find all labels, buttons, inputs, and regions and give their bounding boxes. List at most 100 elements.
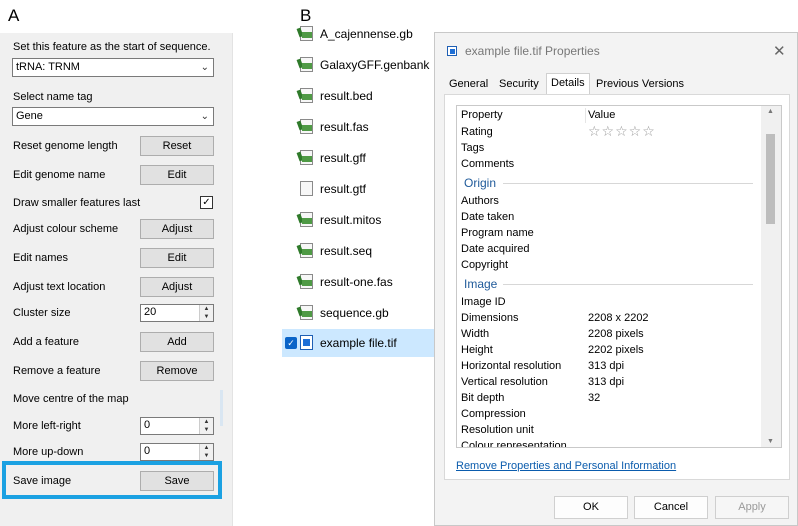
prop-image-id: Image ID [461, 296, 506, 308]
section-divider [503, 183, 753, 184]
adjust-colour-scheme-button[interactable]: Adjust [140, 219, 214, 239]
move-left-right-label: More left-right [13, 420, 81, 432]
cluster-size-value: 20 [144, 306, 157, 318]
file-seq-icon [300, 243, 313, 258]
left-right-stepper[interactable]: 0 ▲ ▼ [140, 417, 214, 435]
column-header-value[interactable]: Value [588, 109, 615, 121]
adjust-text-location-label: Adjust text location [13, 281, 106, 293]
section-divider [503, 284, 753, 285]
spin-arrows-icon[interactable]: ▲ ▼ [199, 305, 213, 321]
ok-button[interactable]: OK [554, 496, 628, 519]
file-fas-icon [300, 119, 313, 134]
prop-colour-representation: Colour representation [461, 440, 567, 448]
value-height: 2202 pixels [588, 344, 644, 356]
scrollbar-thumb[interactable] [766, 134, 775, 224]
up-down-value: 0 [144, 445, 151, 457]
file-item[interactable]: sequence.gb [282, 299, 434, 327]
file-gff-icon [300, 150, 313, 165]
scroll-down-icon[interactable]: ▼ [767, 438, 774, 445]
prop-dimensions: Dimensions [461, 312, 519, 324]
prop-resolution-unit: Resolution unit [461, 424, 534, 436]
properties-dialog: example file.tif Properties ✕ General Se… [434, 32, 798, 526]
remove-feature-label: Remove a feature [13, 365, 101, 377]
blank-file-icon [300, 181, 313, 196]
start-feature-label: Set this feature as the start of sequenc… [13, 41, 211, 53]
remove-properties-link[interactable]: Remove Properties and Personal Informati… [456, 460, 676, 472]
file-item[interactable]: GalaxyGFF.genbank [282, 51, 434, 79]
edit-genome-name-button[interactable]: Edit [140, 165, 214, 185]
prop-height: Height [461, 344, 493, 356]
column-separator[interactable] [585, 108, 586, 123]
panel-label-a: A [8, 6, 20, 25]
panel-scrollbar[interactable] [220, 390, 223, 426]
prop-width: Width [461, 328, 490, 340]
file-name: result.gtf [320, 182, 367, 196]
file-item[interactable]: result.gff [282, 144, 434, 172]
start-feature-select[interactable]: tRNA: TRNM ⌄ [12, 58, 214, 77]
value-dimensions: 2208 x 2202 [588, 312, 649, 324]
scroll-up-icon[interactable]: ▲ [767, 108, 774, 115]
file-item[interactable]: result.gtf [282, 175, 434, 203]
prop-tags: Tags [461, 142, 485, 154]
file-item[interactable]: result.seq [282, 237, 434, 265]
start-feature-value: tRNA: TRNM [16, 61, 80, 73]
section-origin: Origin [464, 176, 497, 190]
tab-previous-versions[interactable]: Previous Versions [592, 75, 688, 95]
value-horizontal-resolution: 313 dpi [588, 360, 625, 372]
spin-arrows-icon[interactable]: ▲ ▼ [199, 418, 213, 434]
left-right-value: 0 [144, 419, 151, 431]
adjust-colour-scheme-label: Adjust colour scheme [13, 223, 119, 235]
details-list[interactable]: Property Value Rating ☆☆☆☆☆ Tags Comment… [456, 105, 782, 448]
edit-names-button[interactable]: Edit [140, 248, 214, 268]
cluster-size-stepper[interactable]: 20 ▲ ▼ [140, 304, 214, 322]
file-mitos-icon [300, 212, 313, 227]
reset-button[interactable]: Reset [140, 136, 214, 156]
file-item[interactable]: result.fas [282, 113, 434, 141]
file-gb-icon [300, 26, 313, 41]
file-item[interactable]: result.bed [282, 82, 434, 110]
name-tag-value: Gene [16, 110, 43, 122]
column-header-property[interactable]: Property [461, 109, 503, 121]
save-image-highlight [2, 461, 222, 499]
adjust-text-location-button[interactable]: Adjust [140, 277, 214, 297]
file-genbank-icon [300, 57, 313, 72]
spin-arrows-icon[interactable]: ▲ ▼ [199, 444, 213, 460]
file-item-selected[interactable]: ✓ example file.tif [282, 329, 434, 357]
file-item[interactable]: result.mitos [282, 206, 434, 234]
file-name: result.gff [320, 151, 366, 165]
value-width: 2208 pixels [588, 328, 644, 340]
add-feature-label: Add a feature [13, 336, 80, 348]
file-name: result-one.fas [320, 275, 393, 289]
tab-security[interactable]: Security [495, 75, 543, 95]
prop-authors: Authors [461, 195, 499, 207]
edit-names-label: Edit names [13, 252, 69, 264]
chevron-down-icon: ⌄ [200, 111, 209, 122]
file-name: example file.tif [320, 336, 397, 350]
value-vertical-resolution: 313 dpi [588, 376, 625, 388]
details-scrollbar[interactable]: ▲ ▼ [761, 106, 781, 447]
file-name: result.mitos [320, 213, 382, 227]
panel-divider [232, 33, 233, 526]
up-down-stepper[interactable]: 0 ▲ ▼ [140, 443, 214, 461]
rating-stars[interactable]: ☆☆☆☆☆ [588, 123, 656, 140]
name-tag-select[interactable]: Gene ⌄ [12, 107, 214, 126]
draw-smaller-features-label: Draw smaller features last [13, 197, 141, 209]
file-item[interactable]: result-one.fas [282, 268, 434, 296]
cancel-button[interactable]: Cancel [634, 496, 708, 519]
name-tag-label: Select name tag [13, 91, 93, 103]
file-name: result.bed [320, 89, 373, 103]
file-gb-icon [300, 305, 313, 320]
prop-bit-depth: Bit depth [461, 392, 505, 404]
move-centre-label: Move centre of the map [13, 393, 129, 405]
close-icon[interactable]: ✕ [773, 42, 786, 60]
add-feature-button[interactable]: Add [140, 332, 214, 352]
apply-button[interactable]: Apply [715, 496, 789, 519]
prop-program-name: Program name [461, 227, 534, 239]
remove-feature-button[interactable]: Remove [140, 361, 214, 381]
file-fas-icon [300, 274, 313, 289]
tab-general[interactable]: General [445, 75, 492, 95]
tab-details[interactable]: Details [546, 73, 590, 95]
draw-smaller-features-checkbox[interactable]: ✓ [200, 196, 213, 209]
checkbox-checked-icon[interactable]: ✓ [285, 337, 297, 349]
file-item[interactable]: A_cajennense.gb [282, 20, 434, 48]
